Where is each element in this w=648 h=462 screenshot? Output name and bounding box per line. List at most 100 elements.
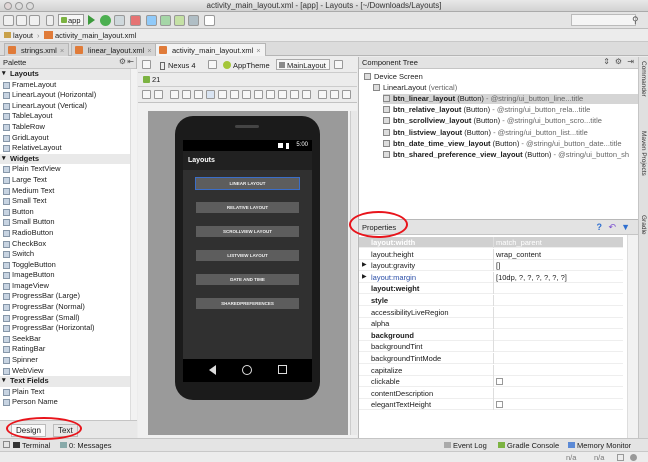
hide-panel-icon[interactable]: ⇤	[127, 57, 134, 66]
avd-manager-icon[interactable]	[160, 15, 171, 26]
monitor-icon[interactable]	[188, 15, 199, 26]
property-row[interactable]: background	[359, 329, 623, 341]
palette-category[interactable]: Layouts	[0, 69, 136, 80]
palette-item[interactable]: Button	[0, 207, 136, 218]
close-tab-icon[interactable]: ×	[60, 46, 64, 55]
locale-icon[interactable]	[334, 60, 343, 69]
property-checkbox[interactable]	[496, 401, 503, 409]
filter-icon[interactable]: ▼	[621, 222, 630, 232]
palette-item[interactable]: RatingBar	[0, 344, 136, 355]
tab-linear-layout[interactable]: linear_layout.xml ×	[71, 43, 157, 56]
palette-item[interactable]: CheckBox	[0, 239, 136, 250]
tree-node-button[interactable]: btn_date_time_view_layout (Button) - @st…	[383, 139, 622, 149]
zoom-to-fit-icon[interactable]	[266, 90, 275, 99]
undo-icon[interactable]	[46, 15, 54, 26]
tree-node-button[interactable]: btn_linear_layout (Button) - @string/ui_…	[383, 94, 638, 104]
palette-item[interactable]: ProgressBar (Small)	[0, 313, 136, 324]
property-value[interactable]: match_parent	[496, 237, 542, 248]
sync-gradle-icon[interactable]	[146, 15, 157, 26]
property-row[interactable]: layout:height wrap_content	[359, 248, 623, 260]
palette-item[interactable]: Plain Text	[0, 387, 136, 398]
palette-item[interactable]: Small Button	[0, 217, 136, 228]
property-value[interactable]: wrap_content	[496, 249, 541, 260]
vertical-layout-icon[interactable]	[154, 90, 163, 99]
palette-item[interactable]: FrameLayout	[0, 80, 136, 91]
device-button[interactable]: SHAREDPREFERENCES	[196, 298, 299, 309]
property-row[interactable]: capitalize	[359, 364, 623, 376]
device-button[interactable]: RELATIVE LAYOUT	[196, 202, 299, 213]
palette-item[interactable]: Small Text	[0, 196, 136, 207]
tree-node-linear-layout[interactable]: LinearLayout (vertical)	[373, 83, 457, 93]
api-select[interactable]: 21	[143, 75, 160, 84]
tool-tab-commander[interactable]: Commander	[640, 61, 647, 97]
gradle-console-tab[interactable]: Gradle Console	[498, 441, 559, 450]
gear-icon[interactable]: ⚙	[119, 57, 126, 66]
save-icon[interactable]	[16, 15, 27, 26]
palette-item[interactable]: LinearLayout (Vertical)	[0, 101, 136, 112]
expand-all-icon[interactable]: ⇕	[603, 57, 610, 66]
tab-activity-main-layout[interactable]: activity_main_layout.xml ×	[155, 43, 266, 56]
sdk-manager-icon[interactable]	[174, 15, 185, 26]
undo-icon[interactable]: ↶	[608, 222, 616, 233]
weight-icon[interactable]	[218, 90, 227, 99]
event-log-tab[interactable]: Event Log	[444, 441, 487, 450]
property-row[interactable]: elegantTextHeight	[359, 399, 623, 411]
toggle-orientation-icon[interactable]	[142, 90, 151, 99]
palette-item[interactable]: GridLayout	[0, 133, 136, 144]
gear-icon[interactable]: ⚙	[615, 57, 622, 66]
property-row[interactable]: accessibilityLiveRegion	[359, 306, 623, 318]
close-tab-icon[interactable]: ×	[147, 46, 151, 55]
theme-select[interactable]: AppTheme	[223, 61, 270, 70]
property-row[interactable]: layout:width match_parent	[359, 237, 623, 248]
property-row[interactable]: ▶ layout:gravity []	[359, 260, 623, 272]
warning-icon[interactable]	[330, 90, 339, 99]
property-value[interactable]: [10dp, ?, ?, ?, ?, ?, ?]	[496, 272, 567, 283]
run-icon[interactable]	[88, 15, 95, 25]
palette-item[interactable]: Large Text	[0, 175, 136, 186]
margins-icon[interactable]	[242, 90, 251, 99]
open-folder-icon[interactable]	[3, 15, 14, 26]
terminal-tab[interactable]: Terminal	[13, 441, 50, 450]
expand-arrow-icon[interactable]: ▶	[362, 272, 367, 283]
recents-icon[interactable]	[278, 365, 287, 374]
distribute-weights-icon[interactable]	[230, 90, 239, 99]
tool-tab-maven-projects[interactable]: Maven Projects	[640, 131, 647, 176]
activity-select[interactable]: MainLayout	[276, 59, 330, 70]
palette-item[interactable]: ProgressBar (Large)	[0, 291, 136, 302]
search-everywhere-box[interactable]	[571, 14, 636, 26]
run-config-select[interactable]: app	[58, 14, 84, 26]
palette-item[interactable]: Plain TextView	[0, 164, 136, 175]
lock-icon[interactable]	[617, 454, 624, 461]
tree-node-button[interactable]: btn_listview_layout (Button) - @string/u…	[383, 128, 588, 138]
device-select[interactable]: Nexus 4	[160, 61, 196, 70]
palette-item[interactable]: TableLayout	[0, 111, 136, 122]
hide-panel-icon[interactable]: ⇥	[627, 57, 634, 66]
property-row[interactable]: backgroundTintMode	[359, 353, 623, 364]
fill-height-icon[interactable]	[206, 90, 215, 99]
home-icon[interactable]	[242, 365, 252, 375]
debug-icon[interactable]	[100, 15, 111, 26]
tool-windows-icon[interactable]	[3, 441, 10, 448]
tree-node-button[interactable]: btn_scrollview_layout (Button) - @string…	[383, 116, 602, 126]
zoom-out-icon[interactable]	[290, 90, 299, 99]
property-value[interactable]: []	[496, 260, 500, 271]
property-row[interactable]: layout:weight	[359, 283, 623, 295]
property-row[interactable]: backgroundTint	[359, 341, 623, 353]
orientation-icon[interactable]	[208, 60, 217, 69]
palette-item[interactable]: SeekBar	[0, 334, 136, 345]
device-button[interactable]: SCROLLVIEW LAYOUT	[196, 226, 299, 237]
sync-icon[interactable]	[29, 15, 40, 26]
palette-item[interactable]: Spinner	[0, 355, 136, 366]
zoom-in-icon[interactable]	[278, 90, 287, 99]
canvas-vertical-scrollbar[interactable]	[350, 111, 357, 435]
messages-tab[interactable]: 0: Messages	[60, 441, 112, 450]
baseline-icon[interactable]	[254, 90, 263, 99]
help-icon[interactable]	[204, 15, 215, 26]
property-row[interactable]: ▶ layout:margin [10dp, ?, ?, ?, ?, ?, ?]	[359, 271, 623, 283]
property-row[interactable]: alpha	[359, 318, 623, 330]
property-row[interactable]: clickable	[359, 376, 623, 388]
palette-item[interactable]: WebView	[0, 366, 136, 377]
attach-debugger-icon[interactable]	[114, 15, 125, 26]
close-tab-icon[interactable]: ×	[256, 46, 260, 55]
breadcrumb-item[interactable]: layout	[4, 31, 33, 40]
